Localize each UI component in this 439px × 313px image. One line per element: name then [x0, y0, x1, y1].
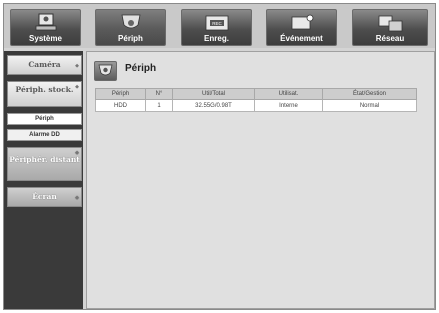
top-menu-bar: Système Périph REC Enreg. Événement Rése…	[4, 4, 435, 48]
sidebar-subitem-alarme-dd[interactable]: Alarme DD	[7, 129, 82, 141]
tab-label: Périph	[118, 34, 143, 43]
sidebar-item-label: Écran	[32, 192, 57, 201]
main-panel: Périph Périph N° Util/Total Utilisat. Ét…	[86, 51, 435, 309]
column-header: Utilisat.	[254, 88, 323, 100]
tab-enreg[interactable]: REC Enreg.	[181, 9, 252, 46]
column-header: N°	[145, 88, 173, 100]
sidebar-subitem-periph[interactable]: Périph	[7, 113, 82, 125]
network-icon	[378, 15, 403, 32]
table-cell: Normal	[322, 99, 417, 112]
column-header: Périph	[95, 88, 146, 100]
table-header-row: Périph N° Util/Total Utilisat. État/Gest…	[95, 88, 417, 100]
table-cell: Interne	[254, 99, 323, 112]
tab-label: Événement	[280, 34, 323, 43]
sidebar-item-ecran[interactable]: Écran ◆	[7, 187, 82, 207]
device-table: Périph N° Util/Total Utilisat. État/Gest…	[95, 88, 417, 112]
submenu-mark-icon: ◆	[75, 150, 79, 156]
tab-label: Système	[29, 34, 62, 43]
camera-icon	[121, 14, 140, 29]
sidebar-item-label: Caméra	[28, 60, 61, 69]
table-cell: 1	[145, 99, 173, 112]
tab-evenement[interactable]: Événement	[266, 9, 337, 46]
page-title: Périph	[125, 63, 157, 74]
tab-reseau[interactable]: Réseau	[352, 9, 428, 46]
sidebar-item-label: Périph. stock.	[15, 85, 74, 94]
tab-systeme[interactable]: Système	[10, 9, 81, 46]
event-icon	[291, 14, 313, 30]
table-cell: HDD	[95, 99, 146, 112]
tab-periph[interactable]: Périph	[95, 9, 166, 46]
system-icon	[35, 13, 56, 31]
tab-label: Réseau	[375, 34, 405, 43]
column-header: Util/Total	[172, 88, 255, 100]
submenu-mark-icon: ◆	[75, 84, 79, 90]
column-header: État/Gestion	[322, 88, 417, 100]
sidebar: Caméra ◆ Périph. stock. ◆ Périph Alarme …	[4, 51, 83, 309]
sidebar-item-remote-device[interactable]: Périphér. distant ◆	[7, 147, 82, 181]
submenu-mark-icon: ◆	[75, 195, 79, 201]
svg-text:REC: REC	[212, 21, 222, 26]
record-icon: REC	[205, 15, 228, 31]
table-cell: 32.55G/0.98T	[172, 99, 255, 112]
sidebar-subitem-label: Périph	[35, 116, 54, 122]
table-row[interactable]: HDD 1 32.55G/0.98T Interne Normal	[95, 99, 417, 112]
tab-label: Enreg.	[204, 34, 229, 43]
sidebar-item-label: Périphér. distant	[9, 155, 80, 164]
dvr-window: Système Périph REC Enreg. Événement Rése…	[3, 3, 436, 310]
device-icon	[94, 61, 117, 81]
sidebar-subitem-label: Alarme DD	[29, 132, 60, 138]
sidebar-item-camera[interactable]: Caméra ◆	[7, 55, 82, 75]
submenu-mark-icon: ◆	[75, 63, 79, 69]
sidebar-item-storage[interactable]: Périph. stock. ◆	[7, 81, 82, 107]
